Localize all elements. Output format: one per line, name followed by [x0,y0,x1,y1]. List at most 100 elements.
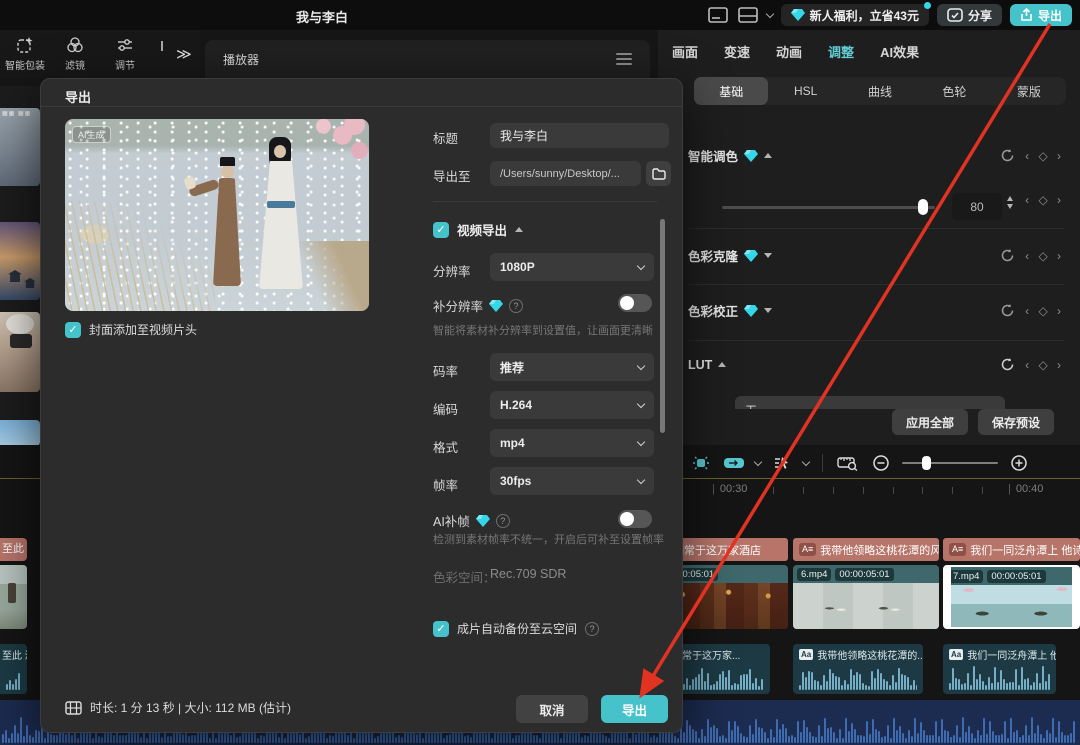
tool-smart-packaging[interactable]: 智能包装 [0,36,50,72]
caption-layout-icon[interactable] [707,6,729,24]
path-input[interactable]: /Users/sunny/Desktop/... [490,161,641,186]
tab-speed[interactable]: 变速 [724,42,750,61]
keyframe-controls[interactable]: ‹ ◇ › [1025,149,1064,163]
keyframe-controls[interactable]: ‹ ◇ › [1025,358,1064,372]
fields-divider [433,201,657,202]
cancel-button[interactable]: 取消 [516,695,588,723]
player-menu-icon[interactable] [616,53,632,65]
keyframe-controls[interactable]: ‹ ◇ › [1025,249,1064,263]
title-input[interactable]: 我与李白 [490,123,669,148]
video-clip-fragment[interactable] [0,565,27,629]
text-clip[interactable]: 至此 满心 [0,538,27,561]
dialog-scrollbar[interactable] [660,219,665,433]
link-dropdown-chevron-icon[interactable] [754,457,762,465]
promo-text: 新人福利，立省43元 [810,7,919,24]
toolbar-expand-button[interactable]: ≫ [176,45,190,63]
slider-value-box[interactable]: 80 [952,193,1002,220]
cloud-backup-label: 成片自动备份至云空间 [457,620,577,637]
save-preset-button[interactable]: 保存预设 [978,409,1054,435]
tool-partial[interactable] [150,38,174,70]
codec-dropdown[interactable]: H.264 [490,391,654,419]
ai-frame-toggle-off[interactable] [618,510,652,528]
cloud-backup-row[interactable]: ✓ 成片自动备份至云空间 ? [433,620,599,637]
video-clip-selected[interactable]: 7.mp4 00:00:05:01 [943,565,1080,629]
video-clip[interactable]: 6.mp4 00:00:05:01 [793,565,939,629]
format-dropdown[interactable]: mp4 [490,429,654,457]
tool-adjust[interactable]: 调节 [100,36,150,72]
subtab-hsl[interactable]: HSL [768,77,842,105]
tab-adjust[interactable]: 调整 [828,42,854,61]
cloud-backup-checkbox-checked[interactable]: ✓ [433,621,449,637]
help-icon[interactable]: ? [496,514,510,528]
cover-checkbox-checked[interactable]: ✓ [65,322,81,338]
codec-value: H.264 [500,398,532,412]
subtab-mask[interactable]: 蒙版 [992,77,1066,105]
subtab-curves[interactable]: 曲线 [843,77,917,105]
zoom-out-icon[interactable] [869,451,893,475]
value-stepper[interactable] [1007,196,1013,209]
expand-icon[interactable] [764,253,772,258]
tab-ai-effects[interactable]: AI效果 [880,42,919,61]
auto-snap-icon[interactable] [689,451,713,475]
timeline-zoom-slider[interactable] [902,462,998,464]
collapse-icon[interactable] [515,227,523,232]
audio-clip[interactable]: Aa我们一同泛舟潭上 他. [943,644,1056,694]
subtab-color-wheel[interactable]: 色轮 [917,77,991,105]
audio-clip[interactable]: Aa我带他领略这桃花潭的... [793,644,923,694]
browse-folder-button[interactable] [646,161,671,186]
tab-animation[interactable]: 动画 [776,42,802,61]
export-button-top[interactable]: 导出 [1010,4,1072,26]
collapse-icon[interactable] [718,362,726,367]
resolution-dropdown[interactable]: 1080P [490,253,654,281]
lut-dropdown-clipped[interactable]: 无 [735,396,1005,409]
text-clip[interactable]: A≡ 我带他领略这桃花潭的风光 分 [793,538,939,561]
section-lut: LUT ‹ ◇ › [688,357,1064,372]
text-clip[interactable]: A≡ 我们一同泛舟潭上 他诗 [943,538,1080,561]
fps-dropdown[interactable]: 30fps [490,467,654,495]
reeds-decoration [65,201,215,311]
cover-option-row[interactable]: ✓ 封面添加至视频片头 [65,321,197,338]
zoom-slider-knob[interactable] [922,456,931,470]
share-button[interactable]: 分享 [937,4,1002,26]
range-select-icon[interactable] [836,451,860,475]
expand-icon[interactable] [764,308,772,313]
select-tool-icon[interactable] [770,451,794,475]
media-thumbnail[interactable] [0,312,40,392]
zoom-in-icon[interactable] [1007,451,1031,475]
folder-icon [652,168,666,180]
super-res-toggle-off[interactable] [618,294,652,312]
section-smart-color: 智能调色 ‹ ◇ › [688,146,1064,165]
help-icon[interactable]: ? [585,622,599,636]
media-thumbnail[interactable] [0,420,40,446]
reset-icon[interactable] [1000,303,1015,318]
export-confirm-button[interactable]: 导出 [601,695,668,723]
select-dropdown-chevron-icon[interactable] [802,457,810,465]
video-export-row[interactable]: ✓ 视频导出 [433,220,523,239]
reset-icon[interactable] [1000,148,1015,163]
subtab-basic[interactable]: 基础 [694,77,768,105]
promo-pill[interactable]: 新人福利，立省43元 [781,4,929,26]
keyframe-controls[interactable]: ‹ ◇ › [1025,193,1064,207]
smart-color-slider[interactable] [722,206,935,209]
layout-dropdown-chevron-icon[interactable] [765,9,773,17]
reset-icon[interactable] [1000,248,1015,263]
panel-layout-icon[interactable] [737,6,759,24]
slider-knob[interactable] [918,199,928,215]
cover-preview[interactable]: AI生成 [65,119,369,311]
collapse-icon[interactable] [764,153,772,158]
help-icon[interactable]: ? [509,299,523,313]
vip-gem-icon [791,9,805,21]
clip-name: 6.mp4 [797,568,831,581]
tab-picture[interactable]: 画面 [672,42,698,61]
tool-filter[interactable]: 滤镜 [50,36,100,72]
video-export-checkbox-checked[interactable]: ✓ [433,222,449,238]
media-thumbnail[interactable] [0,222,40,300]
bitrate-dropdown[interactable]: 推荐 [490,353,654,381]
reset-icon[interactable] [1000,357,1015,372]
media-thumbnail[interactable]: ▦▦ ▦▦ [0,108,40,186]
link-preview-icon[interactable] [722,451,746,475]
keyframe-controls[interactable]: ‹ ◇ › [1025,304,1064,318]
audio-clip-fragment[interactable]: 至此 满心. [0,644,27,694]
text-style-badge: A≡ [949,543,966,556]
apply-all-button[interactable]: 应用全部 [892,409,968,435]
